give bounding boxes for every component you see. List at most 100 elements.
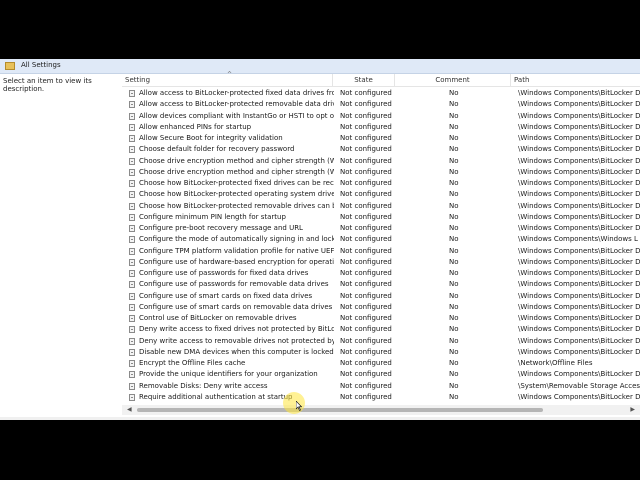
setting-cell: Configure pre-boot recovery message and … xyxy=(139,224,303,232)
comment-cell: No xyxy=(449,224,459,232)
state-cell: Not configured xyxy=(340,359,392,367)
table-row[interactable]: Allow enhanced PINs for startup Not confi… xyxy=(122,122,640,133)
status-bar xyxy=(0,417,640,420)
comment-cell: No xyxy=(449,381,459,390)
comment-cell: No xyxy=(449,122,459,131)
comment-cell: No xyxy=(449,167,459,176)
state-cell: Not configured xyxy=(340,392,392,401)
path-cell: \Windows Components\BitLocker D xyxy=(518,167,640,176)
comment-cell: No xyxy=(449,134,459,142)
state-cell: Not configured xyxy=(340,280,392,289)
policy-setting-icon xyxy=(129,213,135,221)
setting-cell: Configure use of smart cards on removabl… xyxy=(139,302,333,311)
comment-cell: No xyxy=(449,370,459,379)
path-cell: \Windows Components\BitLocker D xyxy=(518,190,640,199)
table-row[interactable]: Choose drive encryption method and ciphe… xyxy=(122,167,640,178)
table-row[interactable]: Allow access to BitLocker-protected remo… xyxy=(122,99,640,110)
table-row[interactable]: Control use of BitLocker on removable dr… xyxy=(122,313,640,324)
setting-cell: Allow access to BitLocker-protected remo… xyxy=(139,100,334,109)
state-cell: Not configured xyxy=(340,201,392,210)
table-row[interactable]: Deny write access to removable drives no… xyxy=(122,336,640,347)
table-row[interactable]: Configure use of smart cards on fixed da… xyxy=(122,291,640,302)
table-row[interactable]: Configure minimum PIN length for startup… xyxy=(122,212,640,223)
scroll-left-icon[interactable]: ◀ xyxy=(127,406,132,413)
policy-setting-icon xyxy=(129,225,135,232)
state-cell: Not configured xyxy=(340,257,392,266)
table-row[interactable]: Configure the mode of automatically sign… xyxy=(122,234,640,245)
policy-setting-icon xyxy=(129,303,135,311)
setting-cell: Choose how BitLocker-protected fixed dri… xyxy=(139,179,334,187)
comment-cell: No xyxy=(449,325,459,334)
comment-cell: No xyxy=(449,235,459,244)
column-comment[interactable]: Comment xyxy=(395,74,511,86)
setting-cell: Configure use of passwords for fixed dat… xyxy=(139,269,309,277)
policy-setting-icon xyxy=(129,360,135,367)
comment-cell: No xyxy=(449,347,459,356)
policy-setting-icon xyxy=(129,326,135,334)
policy-setting-icon xyxy=(129,315,135,322)
setting-cell: Allow access to BitLocker-protected fixe… xyxy=(139,89,334,97)
table-row[interactable]: Choose how BitLocker-protected operating… xyxy=(122,189,640,200)
cursor-highlight xyxy=(283,392,305,414)
path-cell: \Windows Components\BitLocker D xyxy=(518,302,640,311)
state-cell: Not configured xyxy=(340,145,392,154)
policy-setting-icon xyxy=(129,337,135,345)
column-setting[interactable]: ^ Setting xyxy=(122,71,333,86)
setting-cell: Configure use of passwords for removable… xyxy=(139,280,329,289)
path-cell: \Windows Components\BitLocker D xyxy=(518,392,640,401)
column-path[interactable]: Path xyxy=(511,74,640,86)
table-row[interactable]: Allow access to BitLocker-protected fixe… xyxy=(122,88,640,99)
table-row[interactable]: Allow Secure Boot for integrity validati… xyxy=(122,133,640,144)
path-cell: \Windows Components\BitLocker D xyxy=(518,347,640,356)
table-row[interactable]: Configure TPM platform validation profil… xyxy=(122,246,640,257)
comment-cell: No xyxy=(449,201,459,210)
path-cell: \Windows Components\BitLocker D xyxy=(518,314,640,322)
table-row[interactable]: Removable Disks: Deny write access Not co… xyxy=(122,381,640,392)
mouse-pointer-icon xyxy=(296,401,302,411)
table-row[interactable]: Provide the unique identifiers for your … xyxy=(122,369,640,380)
policy-setting-icon xyxy=(129,135,135,142)
column-setting-label: Setting xyxy=(125,76,151,84)
table-row[interactable]: Allow devices compliant with InstantGo o… xyxy=(122,111,640,122)
state-cell: Not configured xyxy=(340,111,392,120)
comment-cell: No xyxy=(449,111,459,120)
table-row[interactable]: Choose drive encryption method and ciphe… xyxy=(122,156,640,167)
table-row[interactable]: Disable new DMA devices when this comput… xyxy=(122,347,640,358)
scrollbar-thumb[interactable] xyxy=(137,408,543,412)
table-row[interactable]: Configure use of hardware-based encrypti… xyxy=(122,257,640,268)
comment-cell: No xyxy=(449,302,459,311)
table-row[interactable]: Require additional authentication at sta… xyxy=(122,392,640,403)
state-cell: Not configured xyxy=(340,325,392,334)
path-cell: \Windows Components\BitLocker D xyxy=(518,269,640,277)
column-state[interactable]: State xyxy=(333,74,395,86)
setting-cell: Allow enhanced PINs for startup xyxy=(139,122,252,131)
state-cell: Not configured xyxy=(340,212,392,221)
column-header: ^ Setting State Comment Path xyxy=(122,71,640,87)
path-cell: \System\Removable Storage Access xyxy=(518,381,640,390)
setting-cell: Encrypt the Offline Files cache xyxy=(139,359,246,367)
column-state-label: State xyxy=(354,76,373,84)
comment-cell: No xyxy=(449,291,459,300)
state-cell: Not configured xyxy=(340,100,392,109)
state-cell: Not configured xyxy=(340,89,392,97)
table-row[interactable]: Choose default folder for recovery passw… xyxy=(122,144,640,155)
table-row[interactable]: Configure use of passwords for fixed dat… xyxy=(122,268,640,279)
state-cell: Not configured xyxy=(340,134,392,142)
policy-setting-icon xyxy=(129,168,135,176)
table-row[interactable]: Configure pre-boot recovery message and … xyxy=(122,223,640,234)
horizontal-scrollbar[interactable]: ◀ ▶ xyxy=(122,405,640,415)
table-row[interactable]: Deny write access to fixed drives not pr… xyxy=(122,324,640,335)
comment-cell: No xyxy=(449,89,459,97)
table-row[interactable]: Configure use of smart cards on removabl… xyxy=(122,302,640,313)
policy-setting-icon xyxy=(129,202,135,210)
settings-list[interactable]: ^ Setting State Comment Path Allow acces… xyxy=(122,71,640,417)
scroll-right-icon[interactable]: ▶ xyxy=(630,406,635,413)
state-cell: Not configured xyxy=(340,347,392,356)
table-row[interactable]: Encrypt the Offline Files cache Not confi… xyxy=(122,358,640,369)
policy-setting-icon xyxy=(129,247,135,255)
path-cell: \Windows Components\BitLocker D xyxy=(518,145,640,154)
table-row[interactable]: Choose how BitLocker-protected removable… xyxy=(122,201,640,212)
table-row[interactable]: Configure use of passwords for removable… xyxy=(122,279,640,290)
table-row[interactable]: Choose how BitLocker-protected fixed dri… xyxy=(122,178,640,189)
path-cell: \Windows Components\BitLocker D xyxy=(518,336,640,345)
